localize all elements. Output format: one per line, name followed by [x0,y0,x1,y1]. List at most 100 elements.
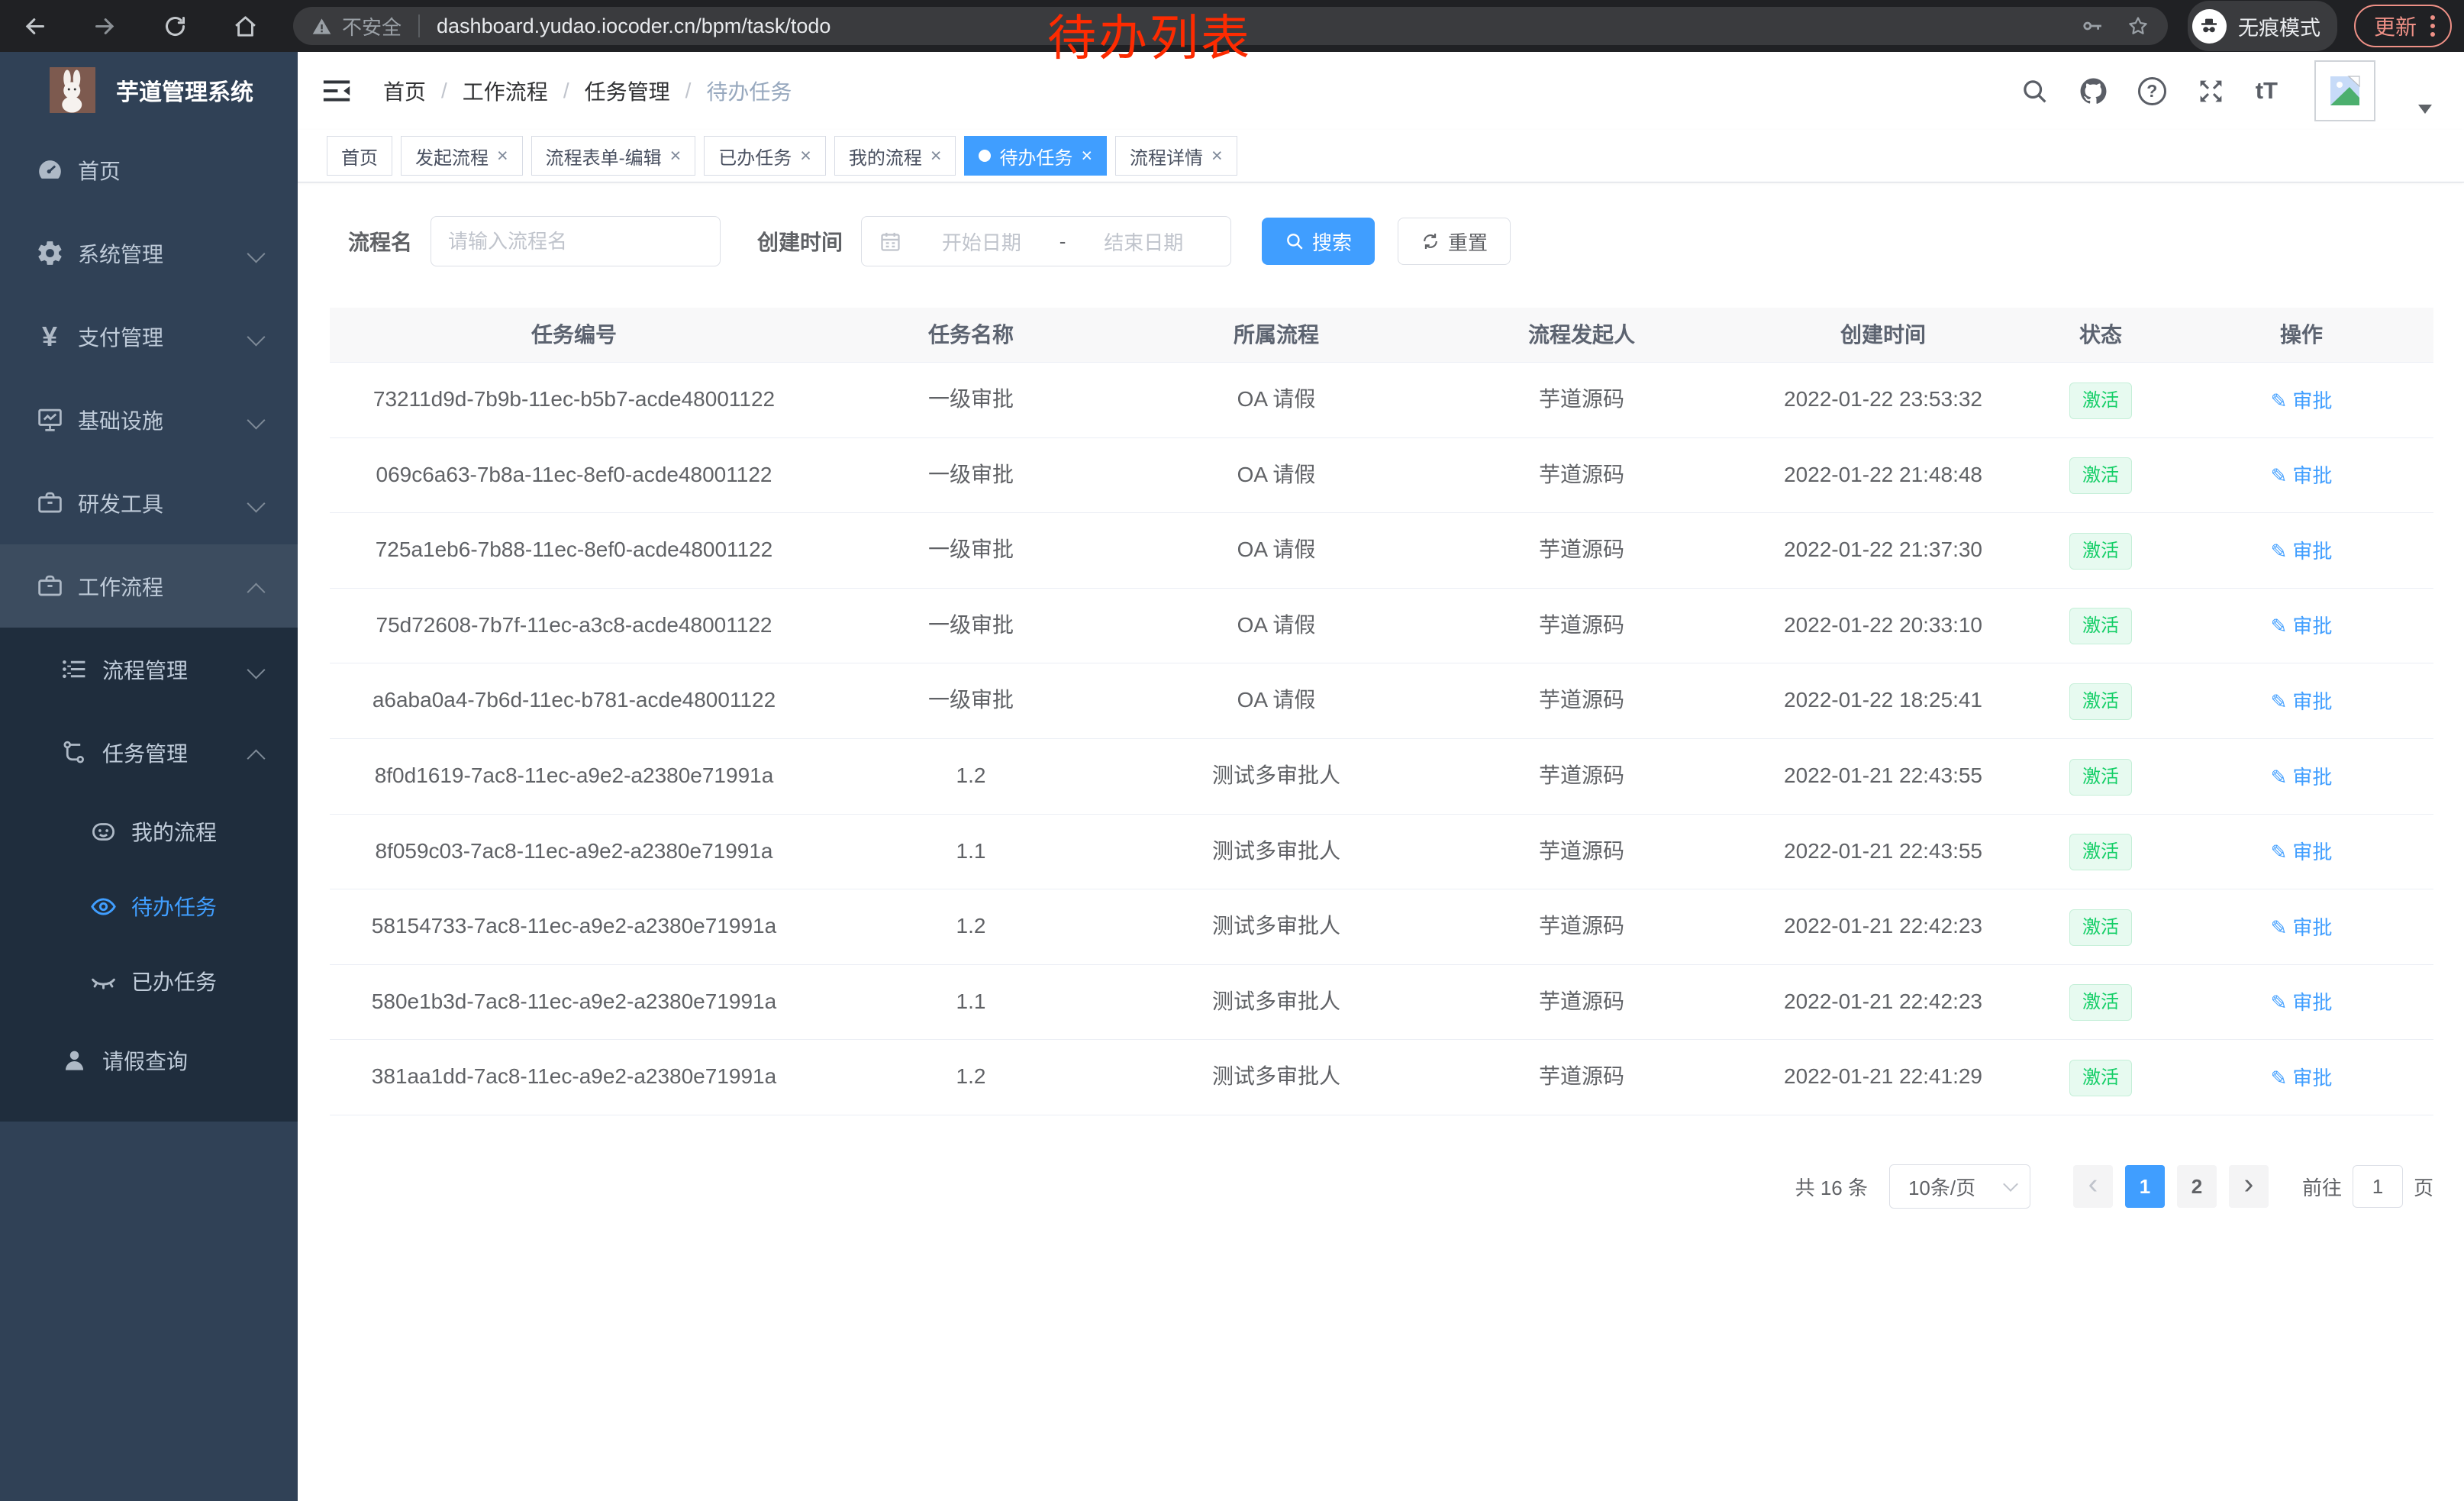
start-date-placeholder[interactable]: 开始日期 [907,228,1056,256]
breadcrumb-workflow[interactable]: 工作流程 [463,76,548,106]
page-size-select[interactable]: 10条/页 [1889,1164,2030,1209]
sidebar-item-task-management[interactable]: 任务管理 [0,711,298,794]
github-icon[interactable] [2079,77,2108,105]
page-button-1[interactable]: 1 [2125,1165,2165,1208]
approve-link[interactable]: ✎审批 [2271,891,2333,964]
bookmark-star-icon[interactable] [2127,15,2150,37]
tab-done-tasks[interactable]: 已办任务× [704,136,826,176]
text-size-icon[interactable]: tT [2256,77,2278,105]
starter-cell: 芋道源码 [1429,663,1734,738]
edit-icon: ✎ [2271,692,2288,712]
approve-link[interactable]: ✎审批 [2271,364,2333,437]
sidebar-item-payment[interactable]: ¥ 支付管理 [0,295,298,378]
approve-link[interactable]: ✎审批 [2271,741,2333,814]
home-icon[interactable] [227,8,263,44]
tab-home[interactable]: 首页 [327,136,392,176]
sidebar-item-todo-tasks[interactable]: 待办任务 [0,869,298,944]
address-bar[interactable]: 不安全 dashboard.yudao.iocoder.cn/bpm/task/… [293,7,2168,45]
search-icon[interactable] [2021,77,2049,105]
sidebar-item-done-tasks[interactable]: 已办任务 [0,944,298,1018]
sidebar-item-home[interactable]: 首页 [0,128,298,211]
status-badge: 激活 [2069,457,2132,494]
created-cell: 2022-01-22 20:33:10 [1734,589,2032,663]
approve-link[interactable]: ✎审批 [2271,966,2333,1039]
process-cell: 测试多审批人 [1124,739,1429,814]
sidebar-item-infrastructure[interactable]: 基础设施 [0,378,298,461]
process-cell: OA 请假 [1124,663,1429,738]
action-cell: ✎审批 [2169,889,2433,964]
app-logo[interactable]: 芋道管理系统 [0,52,298,128]
chevron-down-icon [247,411,265,429]
avatar-dropdown-caret[interactable] [2418,105,2432,114]
goto-page-input[interactable] [2353,1165,2403,1208]
tab-my-process[interactable]: 我的流程× [834,136,956,176]
status-badge: 激活 [2069,834,2132,870]
status-cell: 激活 [2032,889,2169,964]
sidebar-item-system[interactable]: 系统管理 [0,211,298,295]
sidebar-item-process-management[interactable]: 流程管理 [0,628,298,711]
status-cell: 激活 [2032,513,2169,588]
breadcrumb: 首页 / 工作流程 / 任务管理 / 待办任务 [383,76,792,106]
list-tree-icon [56,655,92,683]
prev-page-button[interactable]: ‹ [2073,1165,2113,1208]
breadcrumb-home[interactable]: 首页 [383,76,426,106]
status-cell: 激活 [2032,1040,2169,1115]
approve-link[interactable]: ✎审批 [2271,665,2333,738]
url-text[interactable]: dashboard.yudao.iocoder.cn/bpm/task/todo [437,15,830,38]
help-icon[interactable]: ? [2138,77,2166,105]
date-range-picker[interactable]: 开始日期 - 结束日期 [861,216,1231,266]
sidebar-item-leave-query[interactable]: 请假查询 [0,1018,298,1102]
close-icon[interactable]: × [670,147,682,166]
back-icon[interactable] [17,8,52,44]
tab-process-detail[interactable]: 流程详情× [1115,136,1237,176]
page-button-2[interactable]: 2 [2177,1165,2217,1208]
close-icon[interactable]: × [1081,147,1092,166]
close-icon[interactable]: × [1211,147,1223,166]
browser-update-button[interactable]: 更新 [2354,5,2452,47]
breadcrumb-task-management[interactable]: 任务管理 [585,76,670,106]
tab-todo-tasks[interactable]: 待办任务× [964,136,1107,176]
user-icon [56,1046,92,1074]
close-icon[interactable]: × [930,147,942,166]
approve-link[interactable]: ✎审批 [2271,815,2333,889]
sidebar-item-devtools[interactable]: 研发工具 [0,461,298,544]
table-row: 8f0d1619-7ac8-11ec-a9e2-a2380e71991a 1.2… [330,739,2433,815]
task-name-cell: 一级审批 [818,663,1124,738]
close-icon[interactable]: × [800,147,811,166]
process-cell: OA 请假 [1124,513,1429,588]
tab-start-process[interactable]: 发起流程× [401,136,523,176]
tab-process-form-edit[interactable]: 流程表单-编辑× [531,136,696,176]
sidebar-item-my-process[interactable]: 我的流程 [0,794,298,869]
next-page-button[interactable]: › [2229,1165,2269,1208]
approve-link[interactable]: ✎审批 [2271,439,2333,512]
edit-icon: ✎ [2271,616,2288,636]
close-icon[interactable]: × [497,147,508,166]
search-button[interactable]: 搜索 [1262,218,1375,265]
created-cell: 2022-01-22 18:25:41 [1734,663,2032,738]
sidebar-collapse-icon[interactable] [318,72,356,110]
approve-link[interactable]: ✎审批 [2271,515,2333,588]
browser-menu-icon[interactable] [2430,15,2435,37]
address-divider [418,15,420,37]
starter-cell: 芋道源码 [1429,513,1734,588]
calendar-icon [879,230,902,253]
approve-link[interactable]: ✎审批 [2271,1041,2333,1115]
status-badge: 激活 [2069,383,2132,419]
security-warning-icon[interactable] [311,16,332,37]
sidebar-item-workflow[interactable]: 工作流程 [0,544,298,628]
end-date-placeholder[interactable]: 结束日期 [1069,228,1218,256]
created-cell: 2022-01-21 22:41:29 [1734,1040,2032,1115]
fullscreen-icon[interactable] [2197,77,2225,105]
status-cell: 激活 [2032,663,2169,738]
forward-icon[interactable] [87,8,122,44]
process-cell: 测试多审批人 [1124,1040,1429,1115]
avatar[interactable] [2314,60,2375,121]
password-key-icon[interactable] [2081,15,2104,37]
reset-button[interactable]: 重置 [1398,218,1511,265]
logo-rabbit-image [47,67,98,113]
created-cell: 2022-01-21 22:42:23 [1734,889,2032,964]
process-name-input[interactable] [431,216,721,266]
approve-link[interactable]: ✎审批 [2271,589,2333,663]
status-cell: 激活 [2032,815,2169,889]
reload-icon[interactable] [157,8,192,44]
